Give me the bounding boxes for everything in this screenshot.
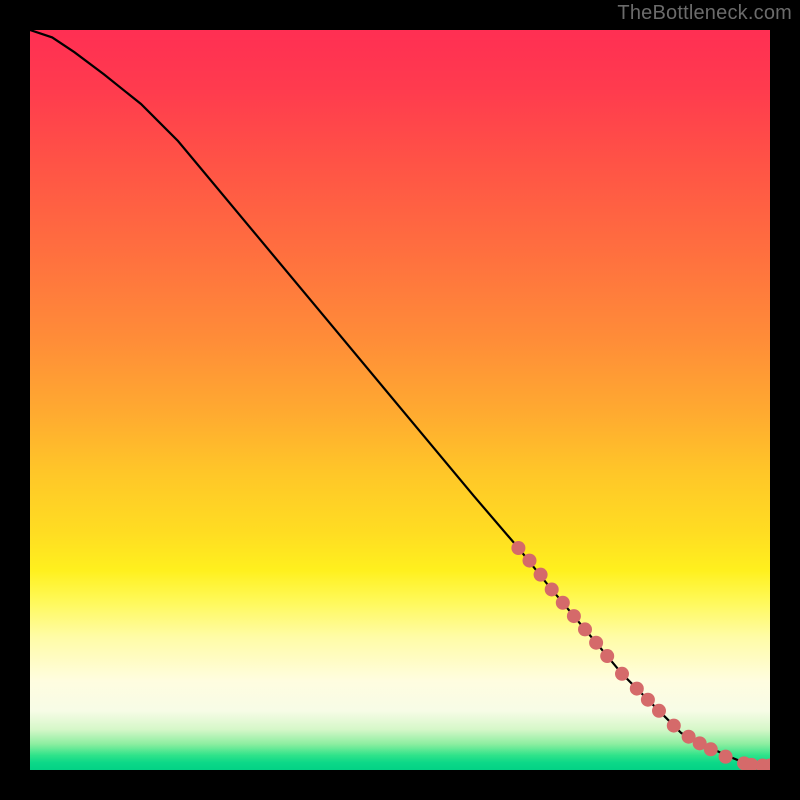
data-point [578, 622, 592, 636]
data-point [511, 541, 525, 555]
watermark-text: TheBottleneck.com [617, 2, 792, 25]
data-point [545, 582, 559, 596]
data-point [556, 596, 570, 610]
data-point [600, 649, 614, 663]
plot-area [30, 30, 770, 770]
data-markers [511, 541, 770, 770]
chart-frame: TheBottleneck.com [0, 0, 800, 800]
data-point [534, 568, 548, 582]
data-point [615, 667, 629, 681]
data-point [704, 742, 718, 756]
curve-overlay [30, 30, 770, 770]
bottleneck-curve [30, 30, 770, 766]
data-point [589, 636, 603, 650]
data-point [667, 719, 681, 733]
data-point [567, 609, 581, 623]
data-point [630, 682, 644, 696]
data-point [652, 704, 666, 718]
data-point [523, 554, 537, 568]
data-point [719, 750, 733, 764]
data-point [641, 693, 655, 707]
